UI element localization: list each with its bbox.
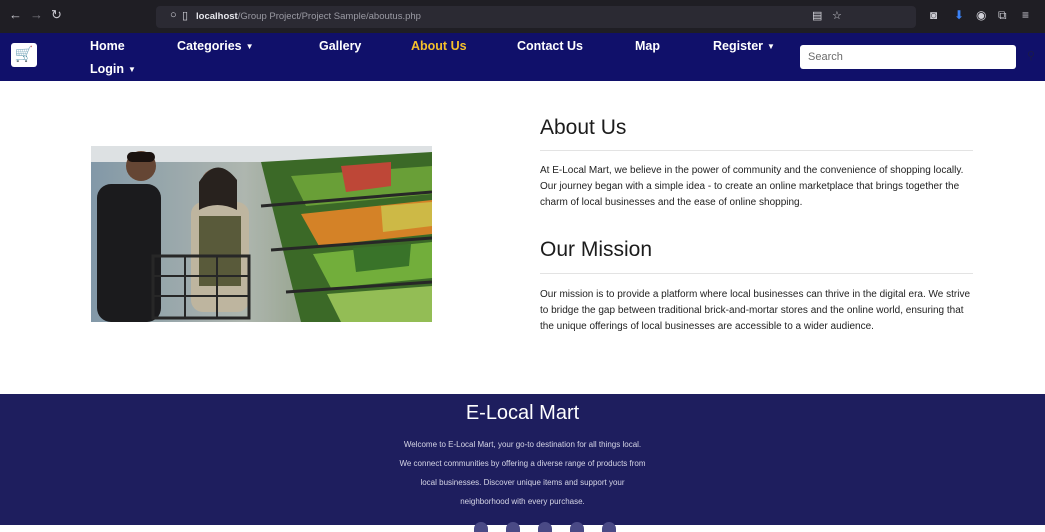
reader-view-icon[interactable]: ▤ [812,9,822,22]
nav-categories-label: Categories [177,39,242,53]
social-icon[interactable] [506,522,520,532]
page-info-icon[interactable]: ○ [170,9,177,21]
grocery-shoppers-photo [91,146,432,322]
cart-logo-icon[interactable]: 🛒 [11,43,37,67]
browser-toolbar: ← → ↻ ○ ▯ localhost/Group Project/Projec… [0,0,1045,33]
nav-map[interactable]: Map [635,39,660,53]
social-icon[interactable] [474,522,488,532]
reload-icon[interactable]: ↻ [51,7,62,23]
bookmark-star-icon[interactable]: ☆ [832,9,842,22]
back-arrow-icon[interactable]: ← [9,7,22,22]
about-text: At E-Local Mart, we believe in the power… [540,165,964,208]
social-icon[interactable] [538,522,552,532]
footer-title: E-Local Mart [465,402,580,424]
caret-down-icon: ▼ [245,42,254,52]
search-icon[interactable]: ⚲ [1027,49,1035,62]
about-heading: About Us [540,116,627,139]
nav-home[interactable]: Home [90,39,125,53]
extensions-icon[interactable]: ⧉ [998,8,1007,23]
mission-heading: Our Mission [540,238,653,261]
nav-about[interactable]: About Us [411,39,467,53]
caret-down-icon: ▼ [128,65,136,75]
nav-register[interactable]: Register ▼ [713,39,775,53]
site-footer: E-Local Mart Welcome to E-Local Mart, yo… [0,394,1045,532]
footer-text-line: local businesses. Discover unique items … [420,478,625,487]
social-icon[interactable] [570,522,584,532]
account-icon[interactable]: ◉ [976,8,986,22]
social-icon[interactable] [602,522,616,532]
caret-down-icon: ▼ [767,42,775,52]
nav-gallery[interactable]: Gallery [319,39,361,53]
page-icon: ▯ [182,10,189,22]
nav-login[interactable]: Login ▼ [90,62,136,76]
download-icon[interactable]: ⬇ [954,8,964,22]
footer-text-line: neighborhood with every purchase. [460,497,585,506]
footer-text-line: We connect communities by offering a div… [399,459,646,468]
url-text: localhost/Group Project/Project Sample/a… [196,11,421,22]
about-divider [540,150,973,151]
forward-arrow-icon[interactable]: → [30,7,43,22]
nav-register-label: Register [713,39,764,53]
search-input[interactable] [800,45,1016,69]
mission-text: Our mission is to provide a platform whe… [540,289,971,332]
nav-login-label: Login [90,62,125,76]
mission-divider [540,273,973,274]
nav-contact[interactable]: Contact Us [517,39,583,53]
menu-icon[interactable]: ≡ [1022,8,1029,22]
footer-text-line: Welcome to E-Local Mart, your go-to dest… [403,440,642,449]
pocket-icon[interactable]: ◙ [930,8,937,22]
address-bar[interactable]: ○ ▯ localhost/Group Project/Project Samp… [156,6,916,28]
nav-categories[interactable]: Categories ▼ [177,39,254,53]
